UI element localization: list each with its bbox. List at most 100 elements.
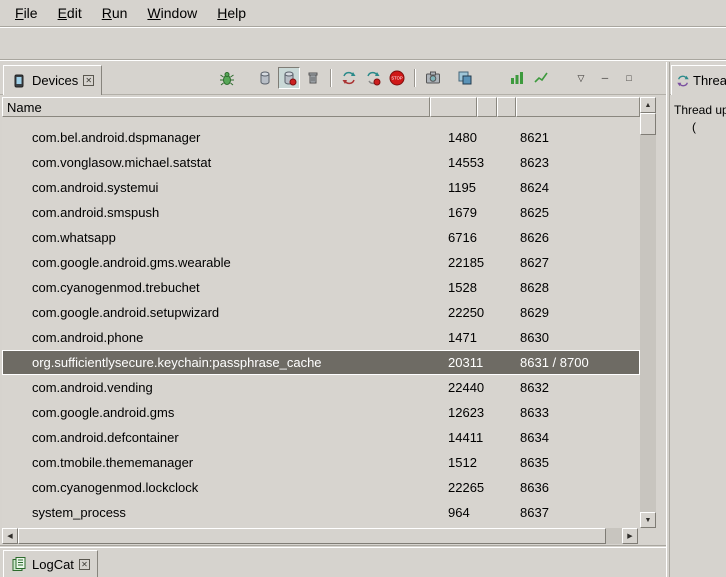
close-icon[interactable]: ✕ <box>83 75 94 86</box>
table-row[interactable]: com.android.vending 22440 8632 <box>2 375 640 400</box>
column-header-port[interactable] <box>516 97 640 117</box>
process-port: 8637 <box>520 500 549 525</box>
stop-icon: STOP <box>389 70 405 86</box>
tab-threads-label: Threa <box>693 73 726 88</box>
process-pid: 1512 <box>448 450 477 475</box>
toolbar-separator <box>414 69 416 87</box>
process-name: com.vonglasow.michael.satstat <box>2 150 422 175</box>
profiling-arrows-icon <box>365 70 381 86</box>
menu-run[interactable]: Run <box>92 2 138 24</box>
column-header-spacer1[interactable] <box>477 97 497 117</box>
process-name: com.cyanogenmod.trebuchet <box>2 275 422 300</box>
process-name: system_process <box>2 500 422 525</box>
process-name: com.android.vending <box>2 375 422 400</box>
hierarchy-icon <box>457 70 473 86</box>
start-method-profiling-button[interactable] <box>362 67 384 89</box>
horizontal-scrollbar[interactable]: ◀ ▶ <box>2 528 638 544</box>
process-port: 8626 <box>520 225 549 250</box>
table-row[interactable]: com.vonglasow.michael.satstat145538623 <box>2 150 640 175</box>
green-trend-icon <box>533 70 549 86</box>
stop-process-button[interactable]: STOP <box>386 67 408 89</box>
scroll-down-icon[interactable]: ▼ <box>640 512 656 528</box>
process-port: 8627 <box>520 250 549 275</box>
maximize-icon: □ <box>626 73 631 83</box>
table-row[interactable]: com.google.android.gms126238633 <box>2 400 640 425</box>
tab-devices[interactable]: Devices ✕ <box>3 65 102 95</box>
table-row[interactable]: org.sufficientlysecure.keychain:passphra… <box>2 350 640 375</box>
process-pid: 1195 <box>448 175 476 200</box>
process-name: com.android.defcontainer <box>2 425 422 450</box>
close-icon[interactable]: ✕ <box>79 559 90 570</box>
table-row[interactable]: com.google.android.gms.wearable221858627 <box>2 250 640 275</box>
table-row[interactable]: com.whatsapp67168626 <box>2 225 640 250</box>
toolbar-groove <box>0 59 726 61</box>
chevron-down-icon: ▽ <box>578 73 585 84</box>
scroll-right-icon[interactable]: ▶ <box>622 528 638 544</box>
view-menu-button[interactable]: ▽ <box>570 67 592 89</box>
toolbar-separator <box>330 69 332 87</box>
horizontal-scrollbar-thumb[interactable] <box>18 528 606 544</box>
menu-file[interactable]: File <box>5 2 48 24</box>
table-row[interactable]: com.android.systemui11958624 <box>2 175 640 200</box>
table-row[interactable]: com.google.android.setupwizard222508629 <box>2 300 640 325</box>
table-row[interactable]: com.cyanogenmod.lockclock222658636 <box>2 475 640 500</box>
threads-arrows-icon <box>341 70 357 86</box>
process-pid: 22440 <box>448 375 484 400</box>
column-header-spacer2[interactable] <box>497 97 516 117</box>
device-icon <box>11 73 27 89</box>
heap-cylinder-icon <box>257 70 273 86</box>
view-hierarchy-button[interactable] <box>454 67 476 89</box>
tab-logcat[interactable]: LogCat ✕ <box>3 550 98 577</box>
threads-tab-bar: Threa <box>670 62 726 95</box>
table-row[interactable]: com.android.defcontainer144118634 <box>2 425 640 450</box>
menu-window[interactable]: Window <box>137 2 207 24</box>
update-heap-button[interactable] <box>254 67 276 89</box>
sysinfo-trend-button[interactable] <box>530 67 552 89</box>
process-port: 8623 <box>520 150 549 175</box>
process-port: 8629 <box>520 300 549 325</box>
process-pid: 1528 <box>448 275 477 300</box>
update-threads-button[interactable] <box>338 67 360 89</box>
tab-threads[interactable]: Threa <box>671 65 726 95</box>
logcat-panel: LogCat ✕ <box>0 548 666 577</box>
stop-icon-label: STOP <box>391 76 403 81</box>
process-port: 8636 <box>520 475 549 500</box>
process-port: 8632 <box>520 375 549 400</box>
table-row[interactable]: com.cyanogenmod.trebuchet 1528 8628 <box>2 275 640 300</box>
maximize-button[interactable]: □ <box>618 67 640 89</box>
menu-edit[interactable]: Edit <box>48 2 92 24</box>
table-row[interactable]: com.bel.android.dspmanager14808621 <box>2 125 640 150</box>
column-header-name[interactable]: Name <box>2 97 430 117</box>
devices-panel: Devices ✕ STOP <box>0 62 666 548</box>
screen-capture-button[interactable] <box>422 67 444 89</box>
cause-gc-button[interactable] <box>302 67 324 89</box>
process-name: com.bel.android.dspmanager <box>2 125 422 150</box>
column-header-pid[interactable] <box>430 97 477 117</box>
process-pid: 14411 <box>448 425 483 450</box>
sysinfo-bars-button[interactable] <box>506 67 528 89</box>
vertical-scrollbar[interactable]: ▲ ▼ <box>640 97 656 528</box>
process-name: com.cyanogenmod.lockclock <box>2 475 422 500</box>
table-row[interactable]: com.android.phone14718630 <box>2 325 640 350</box>
process-name: com.whatsapp <box>2 225 422 250</box>
vertical-scrollbar-thumb[interactable] <box>640 113 656 135</box>
tab-devices-label: Devices <box>32 73 78 88</box>
scrollbar-corner <box>640 528 656 544</box>
scroll-up-icon[interactable]: ▲ <box>640 97 656 113</box>
threads-message-line2: ( <box>674 119 726 136</box>
table-row[interactable]: system_process9648637 <box>2 500 640 525</box>
minimize-button[interactable]: ─ <box>594 67 616 89</box>
table-header: Name <box>2 97 640 117</box>
threads-message-line1: Thread up <box>674 103 726 117</box>
menu-help[interactable]: Help <box>207 2 256 24</box>
table-row[interactable]: com.android.smspush16798625 <box>2 200 640 225</box>
threads-icon <box>676 74 690 88</box>
table-row[interactable]: com.tmobile.thememanager15128635 <box>2 450 640 475</box>
process-port: 8628 <box>520 275 549 300</box>
scroll-left-icon[interactable]: ◀ <box>2 528 18 544</box>
table-body: com.bel.android.dspmanager14808621com.vo… <box>2 117 640 528</box>
process-pid: 20311 <box>448 350 483 375</box>
process-port: 8624 <box>520 175 549 200</box>
dump-hprof-button[interactable] <box>278 67 300 89</box>
debug-process-button[interactable] <box>216 67 238 89</box>
